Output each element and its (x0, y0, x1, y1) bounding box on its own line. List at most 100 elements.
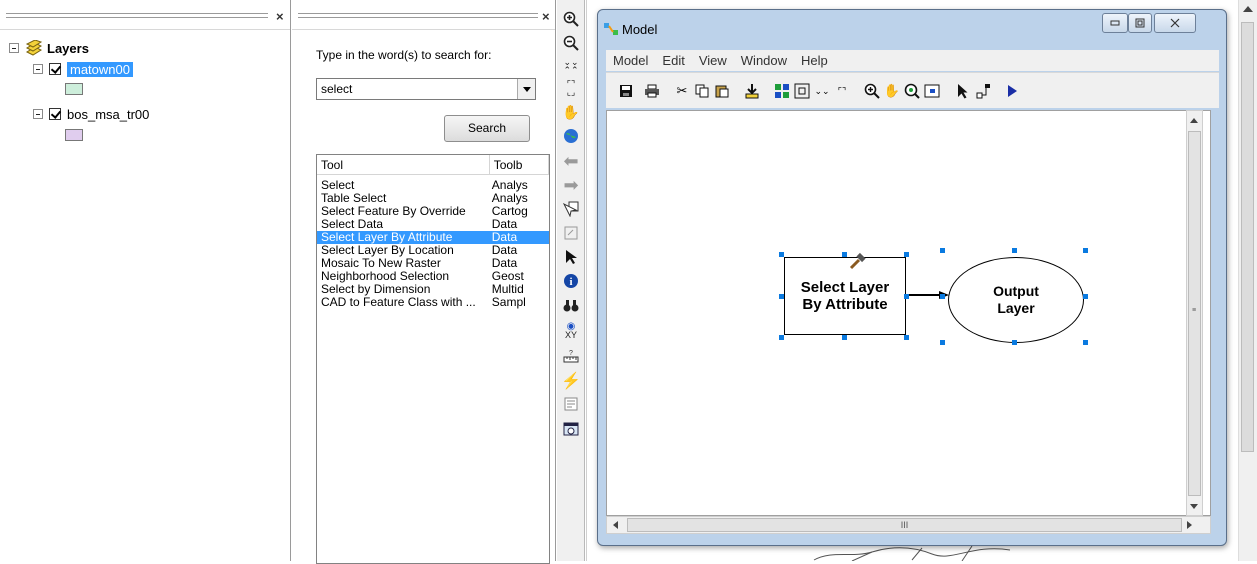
selection-handle[interactable] (1083, 294, 1088, 299)
scroll-left-icon[interactable] (613, 521, 618, 529)
list-item[interactable]: CAD to Feature Class with ... Sampl (317, 296, 549, 309)
selection-handle[interactable] (904, 335, 909, 340)
zoom-in-icon[interactable] (862, 81, 882, 101)
search-results-list[interactable]: Tool Toolb Select Analys Table Select Anal… (316, 154, 550, 564)
search-query[interactable]: select (317, 79, 517, 99)
select-pointer-icon[interactable] (952, 81, 972, 101)
hyperlink-icon[interactable]: ⚡ (560, 370, 582, 392)
selection-handle[interactable] (779, 335, 784, 340)
scroll-up-icon[interactable] (1190, 118, 1198, 123)
forward-icon[interactable]: ➡ (560, 174, 582, 196)
fixed-zoom-out-icon[interactable]: ⌜⌝ ⌞⌟ (560, 77, 582, 99)
select-elements-icon[interactable] (560, 246, 582, 268)
identify-icon[interactable]: i (560, 270, 582, 292)
layer-name[interactable]: matown00 (67, 61, 133, 77)
collapse-icon[interactable] (33, 64, 43, 74)
cut-icon[interactable]: ✂ (672, 81, 692, 101)
list-item[interactable]: Select Feature By Override Cartog (317, 205, 549, 218)
auto-layout-icon[interactable] (772, 81, 792, 101)
menu-window[interactable]: Window (734, 53, 794, 68)
html-popup-icon[interactable] (560, 394, 582, 416)
selection-handle[interactable] (779, 252, 784, 257)
list-item-selected[interactable]: Select Layer By Attribute Data (317, 231, 549, 244)
list-item[interactable]: Select by Dimension Multid (317, 283, 549, 296)
list-item[interactable]: Mosaic To New Raster Data (317, 257, 549, 270)
chevron-down-icon[interactable] (517, 79, 535, 99)
menu-edit[interactable]: Edit (655, 53, 691, 68)
full-extent-icon[interactable] (792, 81, 812, 101)
fixed-zoom-in-icon[interactable]: ⌄⌄ ⌃⌃ (560, 55, 582, 77)
pan-icon[interactable]: ✋ (882, 81, 902, 101)
full-extent-icon[interactable] (560, 125, 582, 147)
model-canvas[interactable]: Select Layer By Attribute Output Layer (606, 110, 1211, 516)
search-titlebar[interactable]: × (292, 0, 555, 30)
measure-icon[interactable]: ? (560, 345, 582, 367)
canvas-horizontal-scrollbar[interactable]: III (606, 516, 1211, 534)
selection-handle[interactable] (1012, 340, 1017, 345)
model-window[interactable]: Model Model Edit View Window Help ✂ ⌄⌄ ⌜… (597, 9, 1227, 546)
scroll-right-icon[interactable] (1187, 521, 1192, 529)
canvas-hscroll-thumb[interactable]: III (627, 518, 1182, 532)
find-icon[interactable] (560, 295, 582, 317)
layer-symbol-swatch[interactable] (65, 83, 83, 95)
zoom-in-icon[interactable] (560, 8, 582, 30)
model-tool-select-layer-by-attribute[interactable]: Select Layer By Attribute (784, 252, 906, 335)
zoom-out-icon[interactable] (560, 32, 582, 54)
collapse-icon[interactable] (9, 43, 19, 53)
layer-item-matown00[interactable]: matown00 (33, 59, 133, 79)
search-drag-grip[interactable] (298, 13, 538, 18)
close-button[interactable] (1154, 13, 1196, 33)
list-item[interactable]: Select Data Data (317, 218, 549, 231)
fixed-zoom-in-icon[interactable]: ⌄⌄ (812, 81, 832, 101)
connect-icon[interactable] (974, 81, 994, 101)
tree-root-layers[interactable]: Layers (9, 38, 89, 58)
pan-icon[interactable]: ✋ (560, 101, 582, 123)
selection-handle[interactable] (940, 294, 945, 299)
search-input[interactable]: select (316, 78, 536, 100)
map-scroll-thumb[interactable] (1241, 22, 1254, 452)
toc-drag-grip[interactable] (6, 13, 268, 18)
menu-help[interactable]: Help (794, 53, 835, 68)
time-slider-icon[interactable] (560, 418, 582, 440)
print-icon[interactable] (642, 81, 662, 101)
run-icon[interactable] (1002, 81, 1022, 101)
layer-symbol-swatch[interactable] (65, 129, 83, 141)
list-item[interactable]: Select Analys (317, 179, 549, 192)
map-vertical-scrollbar[interactable] (1238, 0, 1257, 561)
go-to-xy-icon[interactable]: ◉ XY (560, 320, 582, 342)
selection-handle[interactable] (904, 294, 909, 299)
column-header-tool[interactable]: Tool (317, 155, 490, 174)
collapse-icon[interactable] (33, 109, 43, 119)
selection-handle[interactable] (1012, 248, 1017, 253)
paste-icon[interactable] (712, 81, 732, 101)
minimize-button[interactable] (1102, 13, 1128, 33)
zoom-to-icon[interactable] (902, 81, 922, 101)
toc-titlebar[interactable]: × (0, 0, 290, 30)
column-header-toolbox[interactable]: Toolb (490, 155, 549, 174)
list-item[interactable]: Select Layer By Location Data (317, 244, 549, 257)
selection-handle[interactable] (1083, 248, 1088, 253)
selection-handle[interactable] (779, 294, 784, 299)
layer-visibility-checkbox[interactable] (49, 108, 61, 120)
search-button[interactable]: Search (444, 115, 530, 142)
copy-icon[interactable] (692, 81, 712, 101)
selection-handle[interactable] (940, 248, 945, 253)
model-output-layer[interactable]: Output Layer (948, 257, 1084, 343)
back-icon[interactable]: ⬅ (560, 150, 582, 172)
layer-visibility-checkbox[interactable] (49, 63, 61, 75)
select-features-icon[interactable] (560, 198, 582, 220)
search-close-icon[interactable]: × (542, 9, 550, 24)
save-icon[interactable] (616, 81, 636, 101)
selection-handle[interactable] (940, 340, 945, 345)
scroll-up-icon[interactable] (1243, 6, 1253, 12)
scroll-down-icon[interactable] (1190, 504, 1198, 509)
toc-close-icon[interactable]: × (276, 9, 284, 24)
selection-handle[interactable] (842, 335, 847, 340)
canvas-vscroll-thumb[interactable]: ≡ (1188, 131, 1201, 496)
layer-name[interactable]: bos_msa_tr00 (67, 107, 149, 122)
layer-item-bos-msa-tr00[interactable]: bos_msa_tr00 (33, 104, 149, 124)
clear-selection-icon[interactable] (560, 222, 582, 244)
fixed-zoom-out-icon[interactable]: ⌜⌝ (832, 81, 852, 101)
selection-handle[interactable] (842, 252, 847, 257)
list-item[interactable]: Neighborhood Selection Geost (317, 270, 549, 283)
